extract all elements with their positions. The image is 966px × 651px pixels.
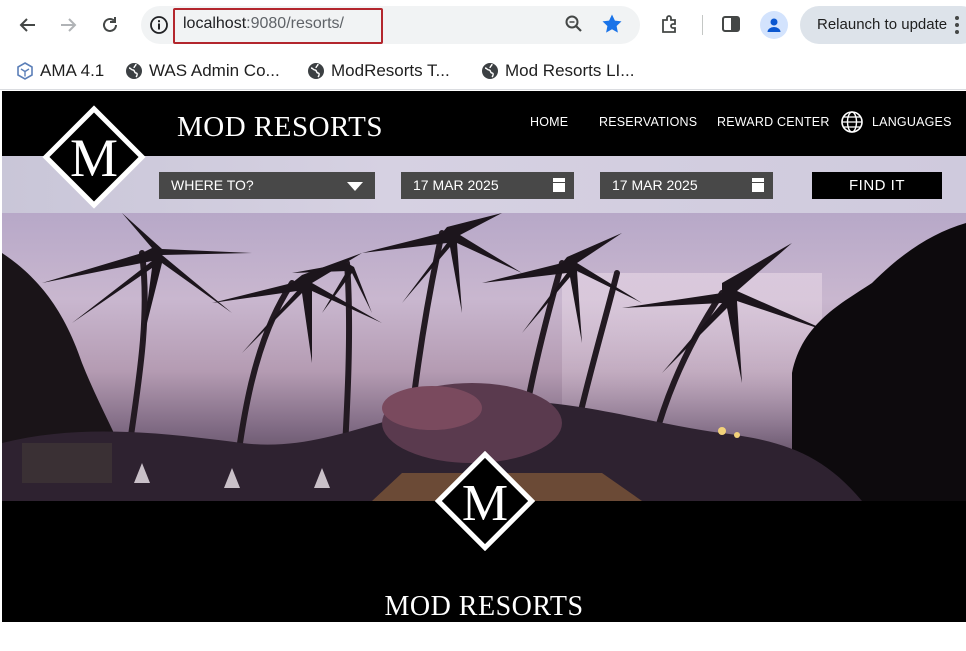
calendar-icon[interactable] [553,178,565,192]
destination-select[interactable]: WHERE TO? [159,172,375,199]
globe-icon [126,63,142,79]
site-header: MOD RESORTS HOME RESERVATIONS REWARD CEN… [2,91,966,156]
nav-home-link[interactable]: HOME [530,115,568,129]
bookmark-ama[interactable]: AMA 4.1 [16,57,104,85]
url-highlight-box [173,8,383,44]
bookmark-was-admin[interactable]: WAS Admin Co... [125,57,280,85]
forward-button[interactable] [54,11,82,39]
bookmark-star-icon[interactable] [600,12,624,36]
profile-button[interactable] [760,11,788,39]
site-info-icon[interactable] [149,15,169,35]
nav-reservations-link[interactable]: RESERVATIONS [599,115,697,129]
bookmark-label: AMA 4.1 [40,61,105,80]
checkout-date-value: 17 MAR 2025 [612,177,698,193]
browser-menu-icon[interactable] [955,16,959,37]
nav-languages-link[interactable]: LANGUAGES [872,115,952,129]
bookmark-label: WAS Admin Co... [149,61,280,80]
side-panel-icon[interactable] [721,14,741,34]
bookmarks-bar: AMA 4.1 WAS Admin Co... ModResorts T... … [0,52,966,90]
window-bottom-edge [0,622,966,651]
reload-button[interactable] [96,11,124,39]
back-button[interactable] [14,11,42,39]
globe-icon [308,63,324,79]
profile-avatar-icon [767,18,781,32]
toolbar-divider [702,15,703,35]
globe-icon [482,63,498,79]
bookmark-label: Mod Resorts LI... [505,61,635,80]
forward-arrow-icon [61,18,77,32]
checkin-date-value: 17 MAR 2025 [413,177,499,193]
bookmark-label: ModResorts T... [331,61,450,80]
footer-brand-title: MOD RESORTS [384,591,584,622]
browser-toolbar: localhost:9080/resorts/ Relaunch to upda… [0,0,966,52]
extensions-icon[interactable] [659,13,681,35]
nav-reward-center-link[interactable]: REWARD CENTER [717,115,830,129]
find-it-button[interactable]: FIND IT [812,172,942,199]
relaunch-button[interactable]: Relaunch to update [800,6,966,44]
chevron-down-icon [347,182,363,191]
bookmark-modresorts-li[interactable]: Mod Resorts LI... [481,57,634,85]
bookmark-modresorts-t[interactable]: ModResorts T... [307,57,450,85]
ama-icon [17,62,33,80]
logo-letter: M [462,475,508,532]
checkin-date-field[interactable]: 17 MAR 2025 [401,172,574,199]
globe-icon[interactable] [840,110,864,134]
reload-icon [103,17,117,32]
back-arrow-icon [19,18,35,32]
zoom-icon[interactable] [564,14,584,34]
footer-logo[interactable]: M [435,451,535,551]
destination-value: WHERE TO? [171,177,254,193]
web-page: MOD RESORTS HOME RESERVATIONS REWARD CEN… [2,91,966,622]
mod-resorts-logo[interactable]: M [42,105,146,209]
calendar-icon[interactable] [752,178,764,192]
brand-title[interactable]: MOD RESORTS [177,111,383,144]
checkout-date-field[interactable]: 17 MAR 2025 [600,172,773,199]
logo-letter: M [70,128,118,188]
